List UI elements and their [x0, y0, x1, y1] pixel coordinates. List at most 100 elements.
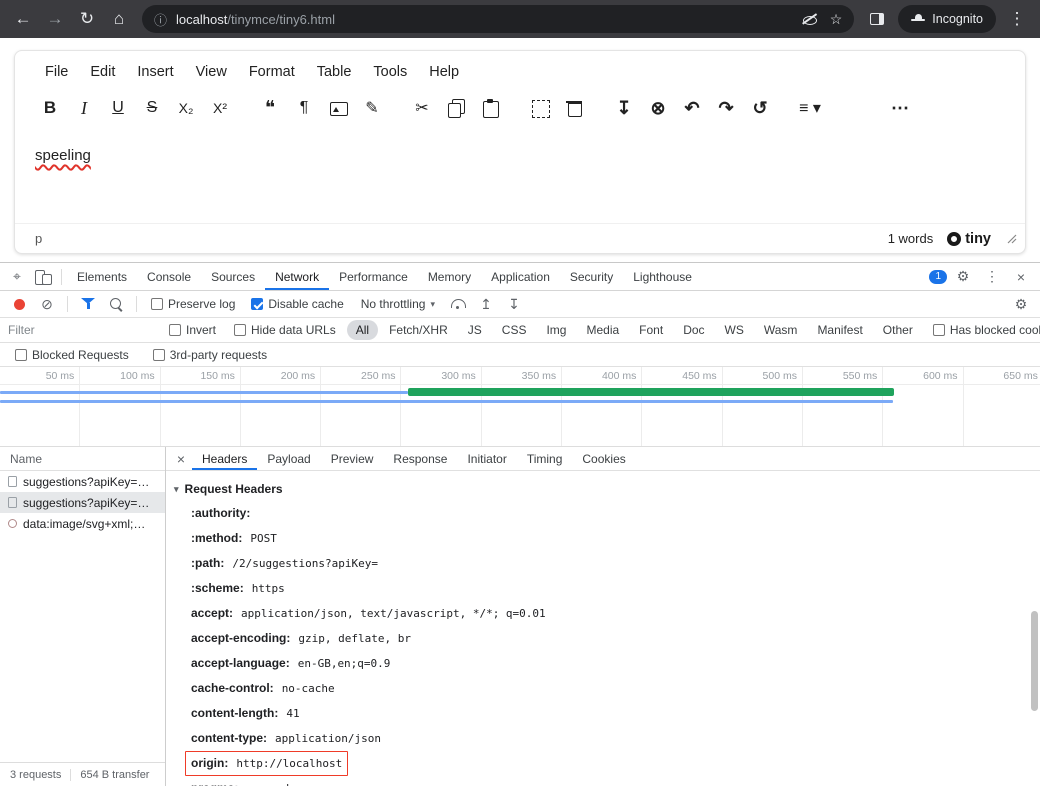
- restore-draft-icon[interactable]: ↺: [743, 91, 777, 125]
- details-tab[interactable]: Timing: [517, 447, 573, 470]
- request-type-filter[interactable]: Fetch/XHR: [380, 320, 457, 340]
- resize-handle-icon[interactable]: [1007, 234, 1017, 244]
- menu-item[interactable]: File: [35, 59, 78, 85]
- details-tab[interactable]: Preview: [321, 447, 384, 470]
- redo-icon[interactable]: ↷: [709, 91, 743, 125]
- import-har-button[interactable]: ↥: [473, 292, 499, 316]
- devtools-tab[interactable]: Memory: [418, 263, 481, 290]
- superscript-icon[interactable]: X²: [203, 91, 237, 125]
- network-settings-button[interactable]: ⚙: [1008, 292, 1034, 316]
- request-row[interactable]: data:image/svg+xml;…: [0, 513, 165, 534]
- subscript-icon[interactable]: X₂: [169, 91, 203, 125]
- export-har-button[interactable]: ↧: [501, 292, 527, 316]
- editor-content[interactable]: speeling: [15, 131, 1025, 223]
- cancel-icon[interactable]: ⊗: [641, 91, 675, 125]
- search-button[interactable]: [103, 292, 129, 316]
- devtools-tab[interactable]: Lighthouse: [623, 263, 702, 290]
- devtools-tab[interactable]: Security: [560, 263, 623, 290]
- request-type-filter[interactable]: All: [347, 320, 378, 340]
- devtools-tab[interactable]: Application: [481, 263, 560, 290]
- request-type-filter[interactable]: Wasm: [755, 320, 807, 340]
- filter-toggle-button[interactable]: [75, 292, 101, 316]
- devtools-tab[interactable]: Network: [265, 263, 329, 290]
- network-overview-timeline[interactable]: 50 ms100 ms150 ms200 ms250 ms300 ms350 m…: [0, 367, 1040, 447]
- back-button[interactable]: ←: [8, 4, 38, 34]
- request-type-filter[interactable]: Media: [577, 320, 628, 340]
- bookmark-star-icon[interactable]: ☆: [830, 11, 843, 28]
- request-type-filter[interactable]: Manifest: [808, 320, 871, 340]
- request-type-filter[interactable]: Other: [874, 320, 922, 340]
- device-toolbar-button[interactable]: [30, 265, 56, 289]
- request-type-filter[interactable]: Img: [537, 320, 575, 340]
- underline-icon[interactable]: U: [101, 91, 135, 125]
- scrollbar-thumb[interactable]: [1031, 611, 1038, 711]
- menu-item[interactable]: Table: [307, 59, 362, 85]
- request-type-filter[interactable]: Doc: [674, 320, 713, 340]
- request-type-filter[interactable]: JS: [459, 320, 491, 340]
- devtools-menu-button[interactable]: ⋮: [979, 265, 1005, 289]
- tiny-logo[interactable]: tiny: [947, 231, 991, 247]
- throttling-select[interactable]: No throttling▾: [361, 297, 435, 311]
- element-path[interactable]: p: [35, 231, 42, 246]
- devtools-settings-button[interactable]: ⚙: [950, 265, 976, 289]
- paste-icon[interactable]: [473, 91, 507, 125]
- browser-menu-button[interactable]: ⋮: [1002, 4, 1032, 34]
- pen-icon[interactable]: ✎: [355, 91, 389, 125]
- cut-icon[interactable]: ✂: [405, 91, 439, 125]
- devtools-tab[interactable]: Sources: [201, 263, 265, 290]
- blockquote-icon[interactable]: ❝: [253, 91, 287, 125]
- request-row[interactable]: suggestions?apiKey=…: [0, 471, 165, 492]
- request-type-filter[interactable]: Font: [630, 320, 672, 340]
- reload-button[interactable]: ↻: [72, 4, 102, 34]
- copy-icon[interactable]: [439, 91, 473, 125]
- invert-checkbox[interactable]: Invert: [169, 323, 216, 337]
- console-messages-badge[interactable]: 1: [929, 270, 947, 284]
- details-tab[interactable]: Payload: [257, 447, 320, 470]
- devtools-tab[interactable]: Performance: [329, 263, 418, 290]
- record-button[interactable]: [6, 292, 32, 316]
- more-icon[interactable]: ⋯: [883, 91, 917, 125]
- details-tab[interactable]: Headers: [192, 447, 257, 470]
- home-button[interactable]: ⌂: [104, 4, 134, 34]
- network-conditions-button[interactable]: [445, 292, 471, 316]
- address-bar[interactable]: ⓘ localhost/tinymce/tiny6.html ☆: [142, 5, 854, 33]
- word-count[interactable]: 1 words: [888, 231, 934, 246]
- delete-icon[interactable]: [557, 91, 591, 125]
- misspelled-word[interactable]: speeling: [35, 147, 91, 164]
- devtools-close-button[interactable]: ×: [1008, 265, 1034, 289]
- eye-off-icon[interactable]: [802, 13, 818, 25]
- clear-button[interactable]: ⊘: [34, 292, 60, 316]
- hide-data-urls-checkbox[interactable]: Hide data URLs: [234, 323, 336, 337]
- save-icon[interactable]: ↧: [607, 91, 641, 125]
- menu-item[interactable]: Insert: [127, 59, 183, 85]
- strikethrough-icon[interactable]: S: [135, 91, 169, 125]
- name-column-header[interactable]: Name: [0, 447, 165, 471]
- request-row[interactable]: suggestions?apiKey=…: [0, 492, 165, 513]
- bold-icon[interactable]: B: [33, 91, 67, 125]
- menu-item[interactable]: Tools: [363, 59, 417, 85]
- details-tab[interactable]: Response: [383, 447, 457, 470]
- close-details-button[interactable]: ×: [170, 447, 192, 471]
- menu-item[interactable]: View: [186, 59, 237, 85]
- details-tab[interactable]: Cookies: [572, 447, 635, 470]
- scrollbar[interactable]: [1030, 471, 1039, 786]
- undo-icon[interactable]: ↶: [675, 91, 709, 125]
- has-blocked-cookies-checkbox[interactable]: Has blocked cookies: [933, 323, 1040, 337]
- select-all-icon[interactable]: [523, 91, 557, 125]
- preserve-log-checkbox[interactable]: Preserve log: [151, 297, 235, 311]
- menu-item[interactable]: Help: [419, 59, 469, 85]
- request-headers-section-toggle[interactable]: ▾ Request Headers: [174, 479, 1026, 499]
- italic-icon[interactable]: I: [67, 91, 101, 125]
- filter-input[interactable]: [8, 323, 158, 337]
- paragraph-icon[interactable]: ¶: [287, 91, 321, 125]
- site-info-icon[interactable]: ⓘ: [154, 10, 167, 29]
- menu-item[interactable]: Edit: [80, 59, 125, 85]
- insert-image-icon[interactable]: [321, 91, 355, 125]
- disable-cache-checkbox[interactable]: Disable cache: [251, 297, 343, 311]
- request-type-filter[interactable]: CSS: [493, 320, 536, 340]
- inspect-element-button[interactable]: ⌖: [4, 265, 30, 289]
- details-tab[interactable]: Initiator: [457, 447, 516, 470]
- forward-button[interactable]: →: [40, 4, 70, 34]
- devtools-tab[interactable]: Elements: [67, 263, 137, 290]
- third-party-requests-checkbox[interactable]: 3rd-party requests: [153, 348, 267, 362]
